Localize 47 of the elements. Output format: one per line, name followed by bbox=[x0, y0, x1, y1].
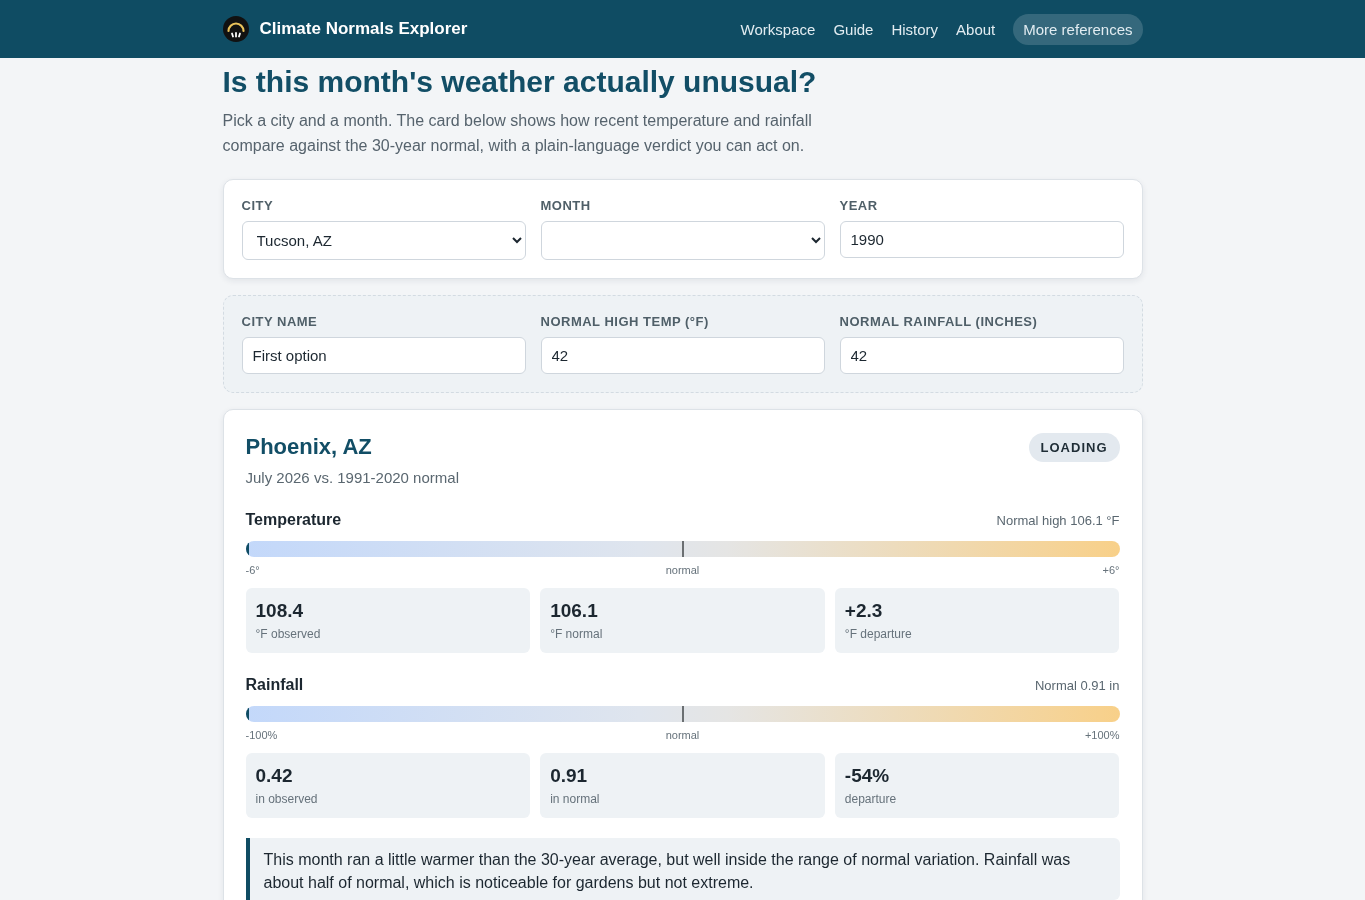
field-label: NORMAL RAINFALL (INCHES) bbox=[839, 314, 1039, 330]
normal-note: Normal high 106.1 °F bbox=[996, 513, 1120, 528]
section-title: Rainfall bbox=[245, 675, 304, 695]
input-field[interactable]: First option bbox=[241, 337, 526, 374]
stat-value: 108.4 bbox=[255, 600, 305, 622]
verdict-callout: This month ran a little warmer than the 30-year average, but well inside the range of normal variation. Rainfall was about half of normal, which is noticeable for gardens but not extreme. bbox=[245, 838, 1120, 900]
stat-caption: °F departure bbox=[844, 626, 913, 642]
stat-value: -54% bbox=[844, 765, 891, 787]
dropdown-field[interactable] bbox=[540, 221, 825, 260]
stat-value: 0.91 bbox=[550, 765, 589, 787]
nav-link[interactable]: Workspace bbox=[740, 20, 816, 38]
scale-label: -100% bbox=[245, 728, 279, 742]
scale-label: normal bbox=[665, 728, 700, 742]
city-title: Phoenix, AZ bbox=[245, 433, 372, 461]
nav-link[interactable]: History bbox=[891, 20, 939, 38]
input-field[interactable]: 42 bbox=[839, 337, 1124, 374]
nav-link[interactable]: Guide bbox=[833, 20, 874, 38]
status-badge: LOADING bbox=[1028, 433, 1120, 462]
stat-caption: °F observed bbox=[255, 626, 322, 642]
scale-label: +6° bbox=[1101, 563, 1120, 577]
intro-text: Pick a city and a month. The card below shows how recent temperature and rainfall compare against the 30-year normal, with a plain-language verdict you can act on. bbox=[222, 111, 813, 156]
stat-caption: in normal bbox=[550, 791, 601, 807]
stat-value: 106.1 bbox=[550, 600, 599, 622]
stat-caption: departure bbox=[844, 791, 898, 807]
input-field[interactable]: 42 bbox=[540, 337, 825, 374]
stat-value: +2.3 bbox=[844, 600, 884, 622]
period-text: July 2026 vs. 1991-2020 normal bbox=[245, 468, 460, 488]
page-heading: Is this month's weather actually unusual? bbox=[222, 64, 818, 100]
section-title: Temperature bbox=[245, 510, 342, 530]
stat-value: 0.42 bbox=[255, 765, 294, 787]
field-label: MONTH bbox=[540, 198, 592, 214]
stat-caption: in observed bbox=[255, 791, 319, 807]
logo-icon bbox=[222, 16, 249, 42]
normal-note: Normal 0.91 in bbox=[1034, 678, 1120, 693]
dropdown-field[interactable]: Tucson, AZ bbox=[241, 221, 526, 260]
app-title: Climate Normals Explorer bbox=[259, 19, 468, 39]
field-label: NORMAL HIGH TEMP (°F) bbox=[540, 314, 710, 330]
scale-label: +100% bbox=[1083, 728, 1120, 742]
stat-caption: °F normal bbox=[550, 626, 604, 642]
field-label: YEAR bbox=[839, 198, 879, 214]
field-label: CITY NAME bbox=[241, 314, 319, 330]
nav-pill-button[interactable]: More references bbox=[1013, 13, 1143, 45]
scale-label: -6° bbox=[245, 563, 261, 577]
nav-link[interactable]: About bbox=[956, 20, 996, 38]
scale-label: normal bbox=[665, 563, 700, 577]
field-label: CITY bbox=[241, 198, 275, 214]
input-field[interactable]: 1990 bbox=[839, 221, 1124, 258]
